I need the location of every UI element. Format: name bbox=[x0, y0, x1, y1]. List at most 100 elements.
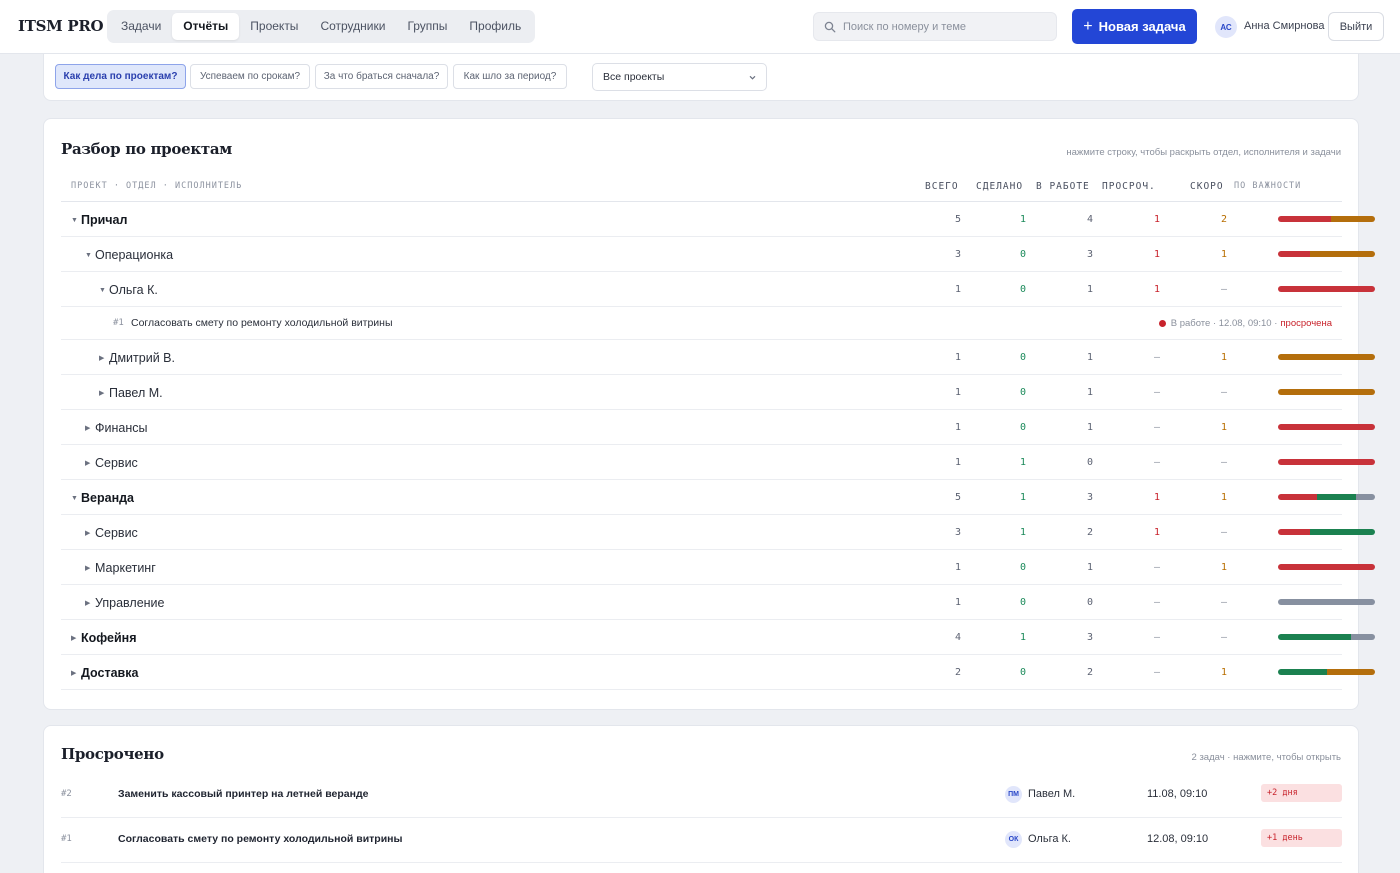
question-period-button[interactable]: Как шло за период? bbox=[453, 64, 567, 89]
caret-down-icon[interactable]: ▼ bbox=[71, 495, 81, 502]
project-row[interactable]: ▼ Веранда 5 1 3 1 1 bbox=[61, 480, 1375, 515]
priority-segment bbox=[1278, 634, 1351, 640]
row-name: ▼ Причал bbox=[71, 213, 127, 227]
caret-down-icon[interactable]: ▼ bbox=[85, 252, 95, 259]
caret-right-icon[interactable]: ▶ bbox=[85, 599, 95, 607]
logout-button[interactable]: Выйти bbox=[1328, 12, 1384, 41]
brand-logo[interactable]: ITSM PRO bbox=[18, 17, 104, 35]
in-work-count: 1 bbox=[1086, 387, 1094, 398]
caret-right-icon[interactable]: ▶ bbox=[85, 424, 95, 432]
in-work-count: 3 bbox=[1086, 249, 1094, 260]
priority-segment bbox=[1310, 529, 1375, 535]
assignee-row[interactable]: ▶ Дмитрий В. 1 0 1 – 1 bbox=[61, 340, 1375, 375]
row-name: ▼ Ольга К. bbox=[99, 283, 158, 297]
caret-down-icon[interactable]: ▼ bbox=[71, 217, 81, 224]
priority-segment bbox=[1278, 216, 1332, 222]
header-overdue: ПРОСРОЧ. bbox=[1102, 181, 1156, 192]
caret-right-icon[interactable]: ▶ bbox=[85, 564, 95, 572]
priority-bar bbox=[1278, 354, 1375, 360]
in-work-count: 0 bbox=[1086, 457, 1094, 468]
soon-count: – bbox=[1220, 284, 1228, 295]
overdue-count: – bbox=[1153, 667, 1161, 678]
header-total: ВСЕГО bbox=[925, 181, 959, 192]
priority-segment bbox=[1278, 494, 1317, 500]
priority-segment bbox=[1355, 494, 1375, 500]
department-row[interactable]: ▼ Операционка 3 0 3 1 1 bbox=[61, 237, 1375, 272]
priority-segment bbox=[1316, 494, 1356, 500]
caret-down-icon[interactable]: ▼ bbox=[99, 287, 109, 294]
priority-bar bbox=[1278, 494, 1375, 500]
nav-tab-employees[interactable]: Сотрудники bbox=[309, 13, 396, 40]
row-label: Управление bbox=[95, 596, 165, 610]
overdue-count: 1 bbox=[1153, 249, 1161, 260]
breakdown-title: Разбор по проектам bbox=[61, 140, 232, 158]
overdue-task-id: #2 bbox=[61, 789, 72, 799]
soon-count: 2 bbox=[1220, 214, 1228, 225]
new-task-button[interactable]: + Новая задача bbox=[1072, 9, 1197, 44]
soon-count: – bbox=[1220, 457, 1228, 468]
total-count: 1 bbox=[954, 284, 962, 295]
priority-segment bbox=[1278, 354, 1375, 360]
nav-tab-reports[interactable]: Отчёты bbox=[172, 13, 240, 40]
search-box[interactable] bbox=[813, 12, 1057, 41]
row-name: ▶ Кофейня bbox=[71, 631, 137, 645]
overdue-count: 1 bbox=[1153, 284, 1161, 295]
row-name: ▶ Павел М. bbox=[99, 386, 163, 400]
assignee-row[interactable]: ▼ Ольга К. 1 0 1 1 – bbox=[61, 272, 1375, 307]
department-row[interactable]: ▶ Маркетинг 1 0 1 – 1 bbox=[61, 550, 1375, 585]
caret-right-icon[interactable]: ▶ bbox=[71, 634, 81, 642]
project-select-value: Все проекты bbox=[603, 71, 665, 83]
row-label: Веранда bbox=[81, 491, 135, 505]
user-avatar[interactable]: АС bbox=[1215, 16, 1237, 38]
overdue-row[interactable]: #2 Заменить кассовый принтер на летней в… bbox=[61, 774, 1342, 818]
assignee-row[interactable]: ▶ Павел М. 1 0 1 – – bbox=[61, 375, 1375, 410]
in-work-count: 3 bbox=[1086, 492, 1094, 503]
task-title[interactable]: Согласовать смету по ремонту холодильной… bbox=[131, 317, 393, 329]
row-name: ▶ Финансы bbox=[85, 421, 147, 435]
overdue-task-title[interactable]: Согласовать смету по ремонту холодильной… bbox=[118, 833, 402, 845]
header-soon: СКОРО bbox=[1190, 181, 1224, 192]
project-select[interactable]: Все проекты bbox=[592, 63, 767, 91]
department-row[interactable]: ▶ Сервис 3 1 2 1 – bbox=[61, 515, 1375, 550]
task-row[interactable]: #1 Согласовать смету по ремонту холодильн… bbox=[61, 307, 1342, 340]
overdue-title: Просрочено bbox=[61, 745, 164, 763]
priority-segment bbox=[1278, 599, 1375, 605]
done-count: 1 bbox=[1019, 214, 1027, 225]
overdue-task-title[interactable]: Заменить кассовый принтер на летней вера… bbox=[118, 788, 368, 800]
assignee-name: Павел М. bbox=[1028, 788, 1076, 800]
overdue-hint: 2 задач · нажмите, чтобы открыть bbox=[1191, 752, 1341, 763]
caret-right-icon[interactable]: ▶ bbox=[99, 354, 109, 362]
in-work-count: 1 bbox=[1086, 562, 1094, 573]
priority-bar bbox=[1278, 251, 1375, 257]
nav-tab-profile[interactable]: Профиль bbox=[458, 13, 532, 40]
department-row[interactable]: ▶ Сервис 1 1 0 – – bbox=[61, 445, 1375, 480]
question-priorities-button[interactable]: За что браться сначала? bbox=[315, 64, 448, 89]
in-work-count: 4 bbox=[1086, 214, 1094, 225]
done-count: 0 bbox=[1019, 284, 1027, 295]
caret-right-icon[interactable]: ▶ bbox=[85, 529, 95, 537]
caret-right-icon[interactable]: ▶ bbox=[99, 389, 109, 397]
project-row[interactable]: ▶ Кофейня 4 1 3 – – bbox=[61, 620, 1375, 655]
nav-tab-groups[interactable]: Группы bbox=[396, 13, 458, 40]
project-row[interactable]: ▶ Доставка 2 0 2 – 1 bbox=[61, 655, 1375, 690]
soon-count: 1 bbox=[1220, 422, 1228, 433]
project-row[interactable]: ▼ Причал 5 1 4 1 2 bbox=[61, 202, 1375, 237]
overdue-count: – bbox=[1153, 387, 1161, 398]
priority-segment bbox=[1278, 286, 1375, 292]
report-filter-bar: Как дела по проектам? Успеваем по срокам… bbox=[43, 54, 1359, 101]
caret-right-icon[interactable]: ▶ bbox=[85, 459, 95, 467]
question-deadlines-button[interactable]: Успеваем по срокам? bbox=[190, 64, 310, 89]
department-row[interactable]: ▶ Управление 1 0 0 – – bbox=[61, 585, 1375, 620]
overdue-row[interactable]: #1 Согласовать смету по ремонту холодиль… bbox=[61, 819, 1342, 863]
question-projects-button[interactable]: Как дела по проектам? bbox=[55, 64, 186, 89]
caret-right-icon[interactable]: ▶ bbox=[71, 669, 81, 677]
search-input[interactable] bbox=[843, 20, 1043, 33]
top-bar: ITSM PRO Задачи Отчёты Проекты Сотрудник… bbox=[0, 0, 1400, 54]
nav-tab-projects[interactable]: Проекты bbox=[239, 13, 309, 40]
row-label: Операционка bbox=[95, 248, 174, 262]
nav-tab-tasks[interactable]: Задачи bbox=[110, 13, 172, 40]
department-row[interactable]: ▶ Финансы 1 0 1 – 1 bbox=[61, 410, 1375, 445]
done-count: 0 bbox=[1019, 562, 1027, 573]
row-name: ▶ Сервис bbox=[85, 526, 138, 540]
done-count: 0 bbox=[1019, 597, 1027, 608]
